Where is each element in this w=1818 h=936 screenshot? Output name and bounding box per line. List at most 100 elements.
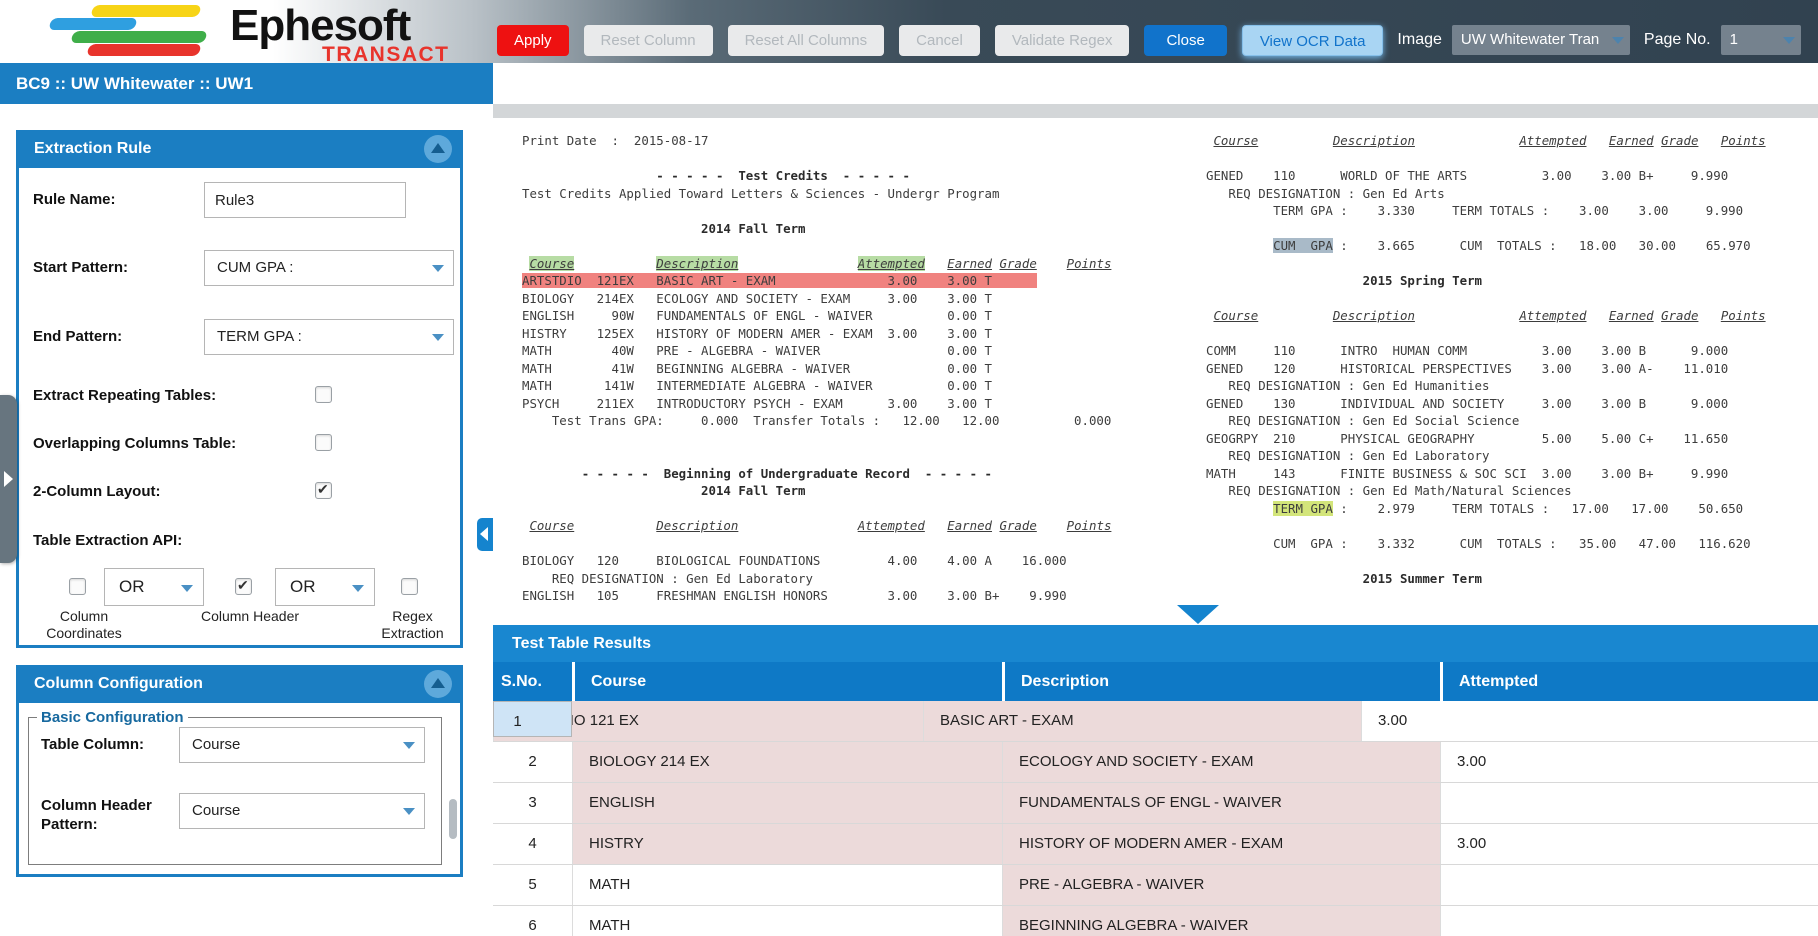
rule-name-input[interactable] [204,182,406,218]
toggle-row-2-column-layout: 2-Column Layout: [33,482,353,502]
document-line: COMM 110 INTRO HUMAN COMM 3.00 3.00 B 9.… [1206,342,1766,360]
document-line: REQ DESIGNATION : Gen Ed Laboratory [522,570,1111,588]
cell-course[interactable]: MATH [572,865,1002,905]
cell-sno[interactable]: 6 [493,906,572,936]
table-row[interactable]: 5MATHPRE - ALGEBRA - WAIVER [493,865,1818,906]
document-page-right-column[interactable]: Course Description Attempted Earned Grad… [1206,132,1766,587]
results-body: 1ARTSTDIO 121 EXBASIC ART - EXAM3.002BIO… [493,701,1818,936]
cell-sno[interactable]: 4 [493,824,572,864]
regex-extraction-checkbox[interactable] [401,578,418,595]
results-splitter-arrow[interactable] [1177,605,1219,624]
start-pattern-value: CUM GPA : [217,259,293,276]
start-pattern-select[interactable]: CUM GPA : [204,250,454,286]
cell-sno[interactable]: 3 [493,783,572,823]
cell-description[interactable]: BEGINNING ALGEBRA - WAIVER [1002,906,1440,936]
column-configuration-body: Basic Configuration Table Column: Course… [16,703,463,877]
overlapping-columns-table-label: Overlapping Columns Table: [33,435,236,452]
app-window: Ephesoft TRANSACT ApplyReset ColumnReset… [0,0,1818,936]
column-coordinates-checkbox[interactable] [69,578,86,595]
table-row[interactable]: 2BIOLOGY 214 EXECOLOGY AND SOCIETY - EXA… [493,742,1818,783]
document-line: TERM GPA : 2.979 TERM TOTALS : 17.00 17.… [1206,500,1766,518]
api-operator-select-2[interactable]: OR [275,568,375,606]
cell-attempted[interactable]: 3.00 [1361,701,1818,741]
logo-bar-red [86,44,201,56]
document-line [522,447,1111,465]
cell-description[interactable]: ECOLOGY AND SOCIETY - EXAM [1002,742,1440,782]
cell-course[interactable]: BIOLOGY 214 EX [572,742,1002,782]
document-line [1206,150,1766,168]
extraction-rule-title: Extraction Rule [34,140,151,157]
close-button[interactable]: Close [1144,25,1226,56]
table-column-value: Course [192,736,240,753]
sidebar: Extraction Rule Rule Name: Start Pattern… [0,104,493,936]
logo-bar-yellow [90,5,201,17]
chevron-down-icon [432,265,444,272]
column-header-checkbox[interactable] [235,578,252,595]
api-operator-select-1[interactable]: OR [104,568,204,606]
document-line: - - - - - Beginning of Undergraduate Rec… [522,465,1111,483]
toggle-row-extract-repeating-tables: Extract Repeating Tables: [33,386,353,406]
cell-attempted[interactable] [1440,783,1818,823]
end-pattern-label: End Pattern: [33,327,122,346]
table-row[interactable]: 4HISTRYHISTORY OF MODERN AMER - EXAM3.00 [493,824,1818,865]
cell-attempted[interactable]: 3.00 [1440,824,1818,864]
document-line [522,500,1111,518]
cell-course[interactable]: HISTRY [572,824,1002,864]
sidebar-collapse-handle[interactable] [0,395,17,563]
end-pattern-select[interactable]: TERM GPA : [204,319,454,355]
cell-description[interactable]: HISTORY OF MODERN AMER - EXAM [1002,824,1440,864]
chevron-down-icon [1612,37,1624,44]
column-coordinates-label: Column Coordinates [25,608,143,642]
document-line: ARTSTDIO 121EX BASIC ART - EXAM 3.00 3.0… [522,272,1111,290]
apply-button[interactable]: Apply [497,25,569,56]
collapse-panel-icon[interactable] [424,135,452,163]
cell-attempted[interactable] [1440,906,1818,936]
table-row[interactable]: 3ENGLISHFUNDAMENTALS OF ENGL - WAIVER [493,783,1818,824]
document-line: GENED 130 INDIVIDUAL AND SOCIETY 3.00 3.… [1206,395,1766,413]
extract-repeating-tables-checkbox[interactable] [315,386,332,403]
document-line [1206,517,1766,535]
document-page-left-column[interactable]: Print Date : 2015-08-17 - - - - - Test C… [522,132,1111,605]
toolbar: ApplyReset ColumnReset All ColumnsCancel… [497,24,1801,56]
page-no-select[interactable]: 1 [1721,25,1801,55]
collapse-panel-icon[interactable] [424,670,452,698]
chevron-down-icon [403,808,415,815]
image-select[interactable]: UW Whitewater Tran [1452,25,1630,55]
column-header-label: Column Header [195,608,305,625]
cell-attempted[interactable] [1440,865,1818,905]
column-header-pattern-select[interactable]: Course [179,793,425,829]
cell-description[interactable]: BASIC ART - EXAM [923,701,1361,741]
cell-description[interactable]: FUNDAMENTALS OF ENGL - WAIVER [1002,783,1440,823]
cell-sno[interactable]: 2 [493,742,572,782]
table-row[interactable]: 6MATHBEGINNING ALGEBRA - WAIVER [493,906,1818,936]
table-row[interactable]: 1ARTSTDIO 121 EXBASIC ART - EXAM3.00 [493,701,1818,742]
document-line [522,150,1111,168]
regex-extraction-label: Regex Extraction [360,608,465,642]
cell-attempted[interactable]: 3.00 [1440,742,1818,782]
cell-course[interactable]: MATH [572,906,1002,936]
cell-sno[interactable]: 1 [493,701,572,737]
document-viewer[interactable]: Print Date : 2015-08-17 - - - - - Test C… [493,104,1818,625]
table-column-select[interactable]: Course [179,727,425,763]
document-line: REQ DESIGNATION : Gen Ed Arts [1206,185,1766,203]
cell-description[interactable]: PRE - ALGEBRA - WAIVER [1002,865,1440,905]
cell-course[interactable]: ENGLISH [572,783,1002,823]
document-line: GEOGRPY 210 PHYSICAL GEOGRAPHY 5.00 5.00… [1206,430,1766,448]
end-pattern-value: TERM GPA : [217,328,302,345]
logo-bar-blue [48,18,137,30]
column-configuration-header: Column Configuration [16,665,463,703]
2-column-layout-checkbox[interactable] [315,482,332,499]
document-line: TERM GPA : 3.330 TERM TOTALS : 3.00 3.00… [1206,202,1766,220]
document-line: 2014 Fall Term [522,482,1111,500]
document-line: Course Description Attempted Earned Grad… [522,517,1111,535]
view-ocr-data-button[interactable]: View OCR Data [1242,25,1384,56]
api-operator-value: OR [290,577,316,596]
column-header-s-no: S.No. [493,662,572,701]
overlapping-columns-table-checkbox[interactable] [315,434,332,451]
fieldset-scrollbar[interactable] [449,799,457,839]
document-line: HISTRY 125EX HISTORY OF MODERN AMER - EX… [522,325,1111,343]
cell-sno[interactable]: 5 [493,865,572,905]
panel-collapse-arrow-left[interactable] [477,518,493,551]
column-header-pattern-label: Column Header Pattern: [41,796,171,834]
document-line: Course Description Attempted Earned Grad… [1206,307,1766,325]
